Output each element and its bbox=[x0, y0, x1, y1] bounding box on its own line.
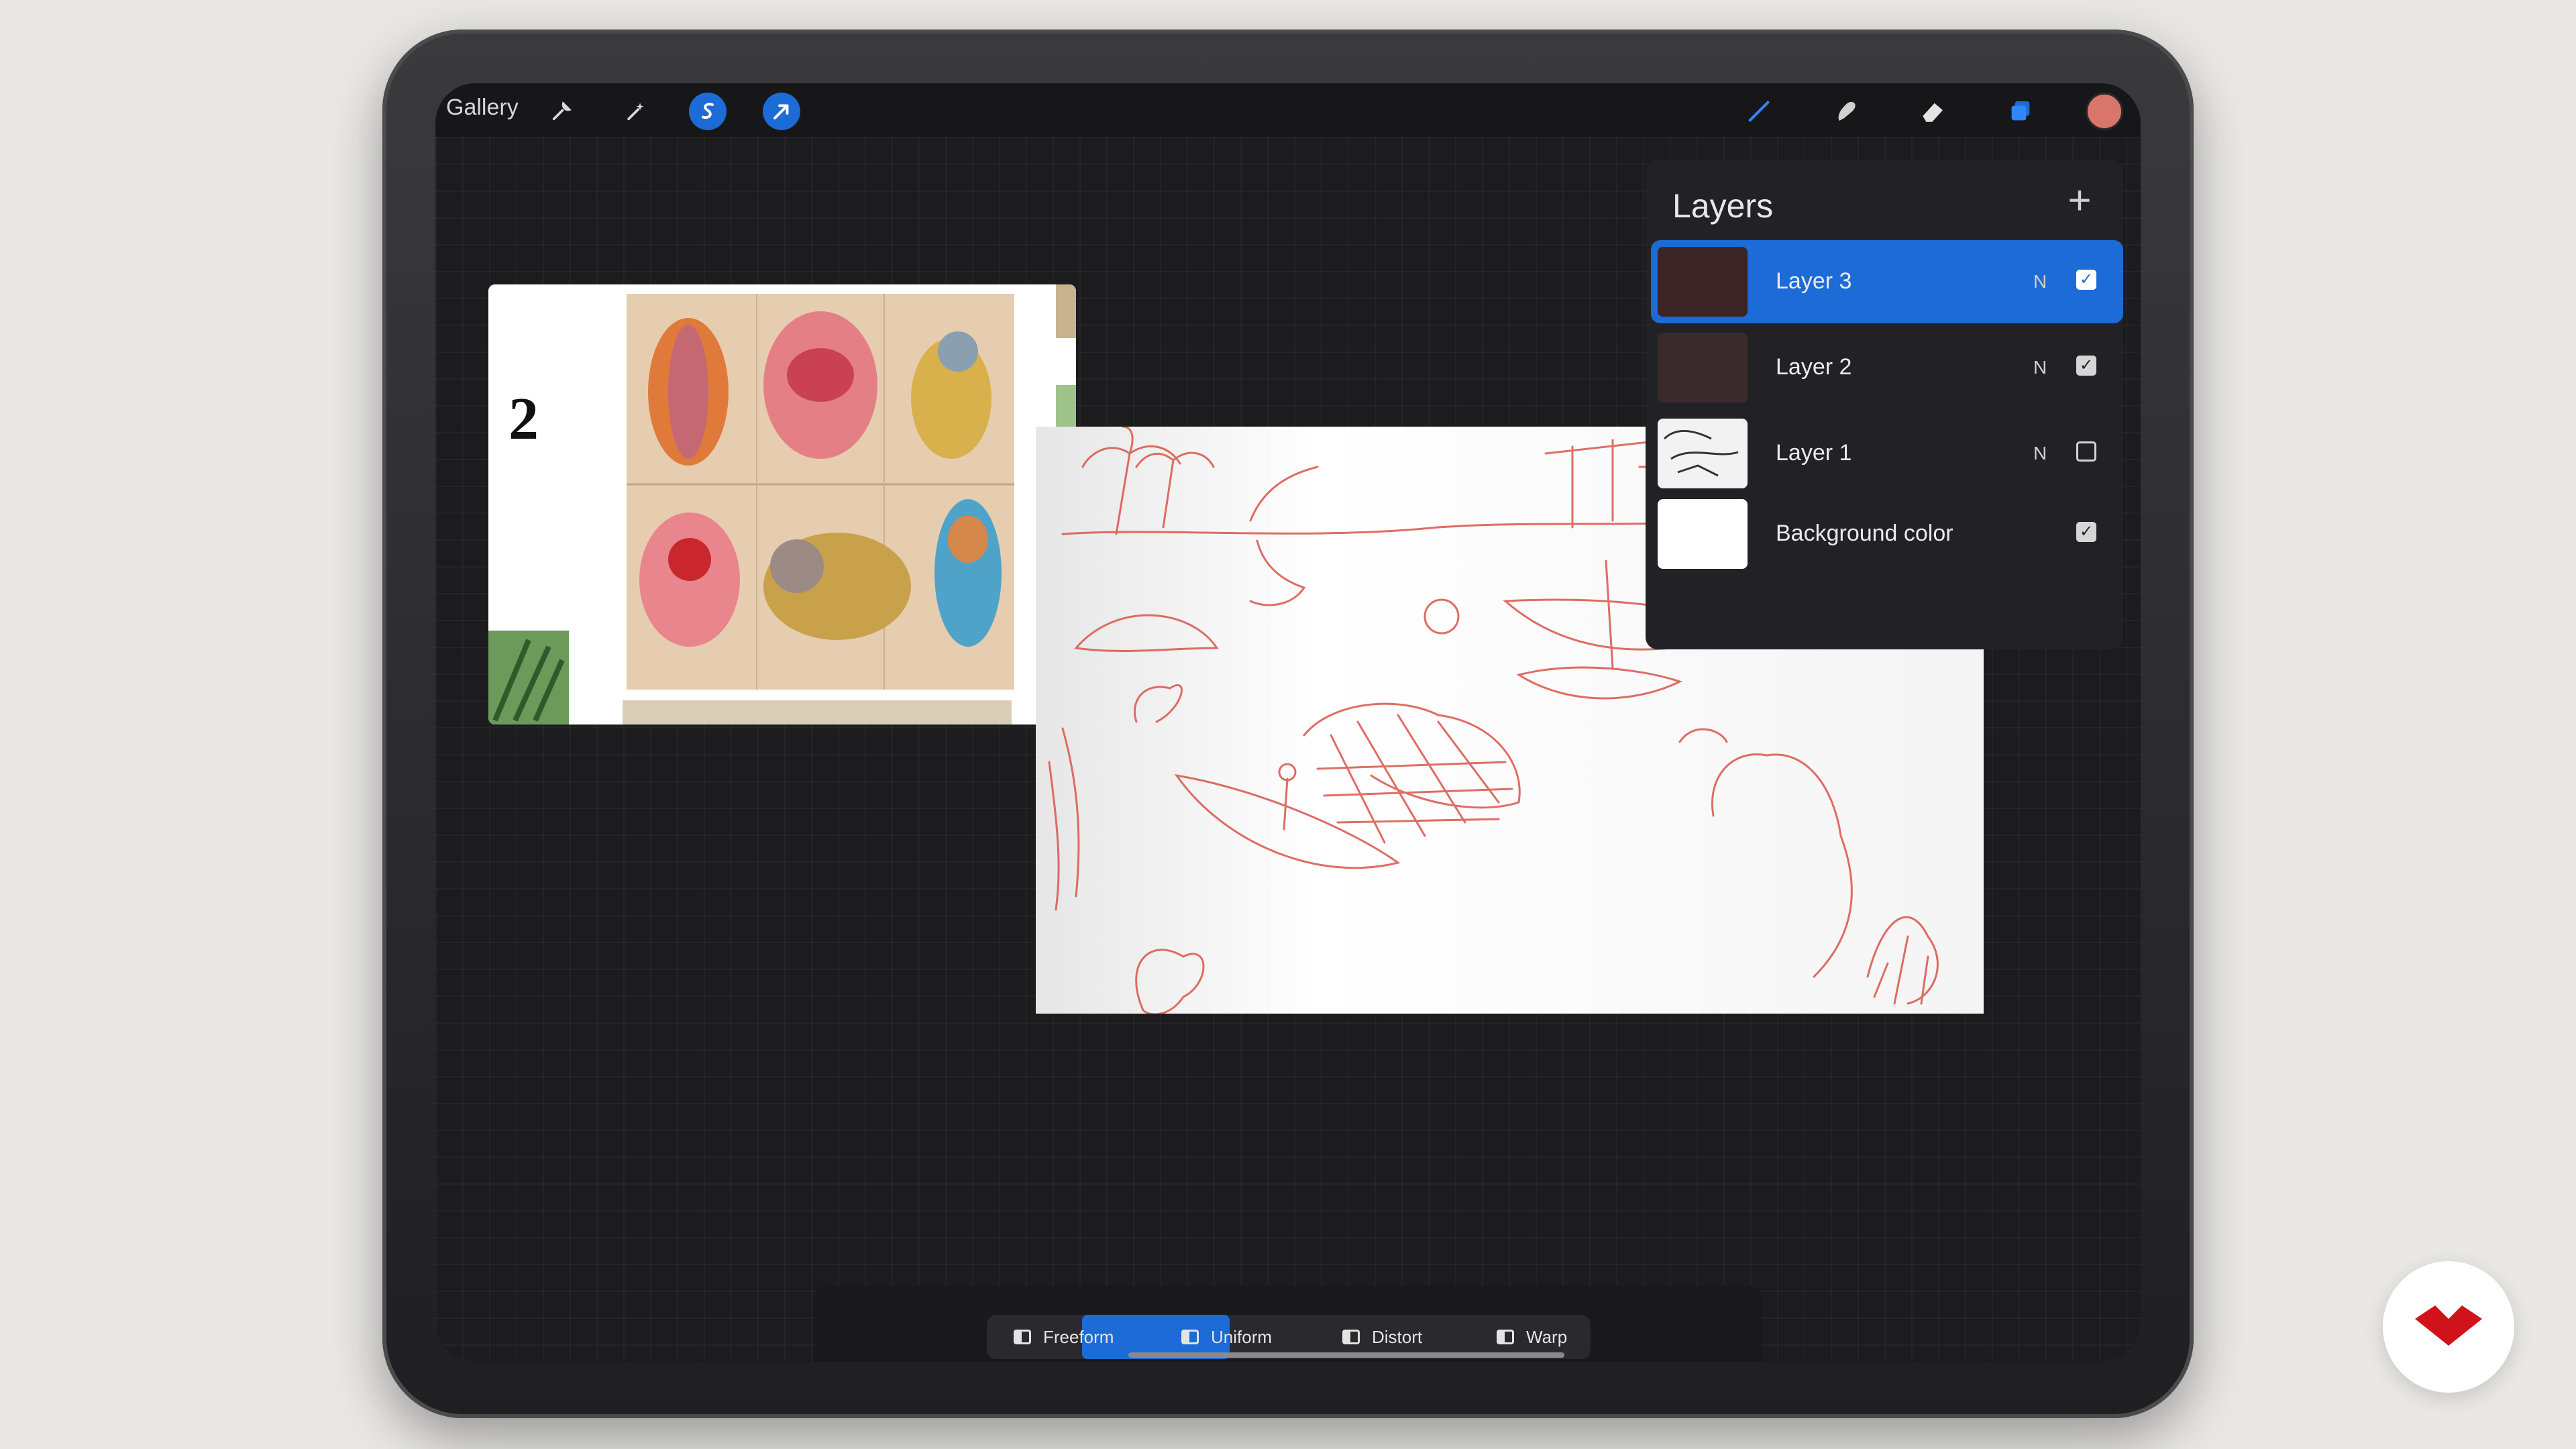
blend-mode-button[interactable]: N bbox=[2033, 271, 2047, 292]
magic-wand-icon[interactable] bbox=[616, 93, 654, 130]
mode-freeform[interactable]: Freeform bbox=[1014, 1315, 1114, 1359]
visibility-checkbox[interactable]: ✓ bbox=[2076, 522, 2096, 542]
brand-logo bbox=[2383, 1261, 2514, 1393]
visibility-checkbox[interactable]: ✓ bbox=[2076, 270, 2096, 290]
procreate-screen: Gallery 2 Layers + Layer 3 N ✓ Layer 2 N… bbox=[435, 83, 2141, 1362]
warp-icon bbox=[1497, 1330, 1514, 1344]
layer-row-layer-2[interactable]: Layer 2 N ✓ bbox=[1651, 326, 2123, 409]
layer-name: Background color bbox=[1776, 521, 1953, 546]
top-toolbar: Gallery bbox=[435, 83, 2141, 137]
transform-toolbar: Freeform Uniform Distort Warp bbox=[814, 1285, 1762, 1362]
layer-thumbnail bbox=[1658, 333, 1748, 402]
blend-mode-button[interactable]: N bbox=[2033, 443, 2047, 464]
reference-image[interactable]: 2 bbox=[488, 284, 1076, 724]
transform-arrow-icon[interactable] bbox=[763, 93, 800, 130]
layer-thumbnail bbox=[1658, 247, 1748, 317]
blend-mode-button[interactable]: N bbox=[2033, 357, 2047, 378]
mode-label: Distort bbox=[1372, 1326, 1423, 1347]
reference-page-number: 2 bbox=[508, 386, 539, 452]
mode-label: Freeform bbox=[1043, 1326, 1114, 1347]
wrench-icon[interactable] bbox=[543, 93, 580, 130]
color-picker-button[interactable] bbox=[2086, 93, 2123, 130]
distort-icon bbox=[1342, 1330, 1360, 1344]
layer-thumbnail bbox=[1658, 419, 1748, 488]
layers-panel: Layers + Layer 3 N ✓ Layer 2 N ✓ Layer 1… bbox=[1646, 160, 2123, 649]
layers-title: Layers bbox=[1672, 187, 1774, 225]
layer-name: Layer 3 bbox=[1776, 268, 1852, 294]
layer-row-layer-3[interactable]: Layer 3 N ✓ bbox=[1651, 240, 2123, 323]
eraser-icon[interactable] bbox=[1915, 93, 1952, 130]
layer-row-layer-1[interactable]: Layer 1 N bbox=[1651, 412, 2123, 495]
layer-name: Layer 2 bbox=[1776, 354, 1852, 380]
gallery-button[interactable]: Gallery bbox=[446, 95, 519, 121]
uniform-icon bbox=[1181, 1330, 1199, 1344]
layer-thumbnail bbox=[1658, 499, 1748, 569]
visibility-checkbox[interactable]: ✓ bbox=[2076, 356, 2096, 376]
freeform-icon bbox=[1014, 1330, 1031, 1344]
mode-label: Uniform bbox=[1211, 1326, 1273, 1347]
brush-icon[interactable] bbox=[1740, 93, 1778, 130]
smudge-icon[interactable] bbox=[1827, 93, 1865, 130]
layer-name: Layer 1 bbox=[1776, 440, 1852, 466]
add-layer-button[interactable]: + bbox=[2063, 180, 2096, 221]
home-indicator bbox=[1128, 1352, 1564, 1358]
visibility-checkbox[interactable] bbox=[2076, 441, 2096, 462]
layers-icon[interactable] bbox=[2002, 93, 2039, 130]
selection-icon[interactable] bbox=[689, 93, 727, 130]
mode-label: Warp bbox=[1526, 1326, 1568, 1347]
layer-row-background[interactable]: Background color ✓ bbox=[1651, 492, 2123, 576]
